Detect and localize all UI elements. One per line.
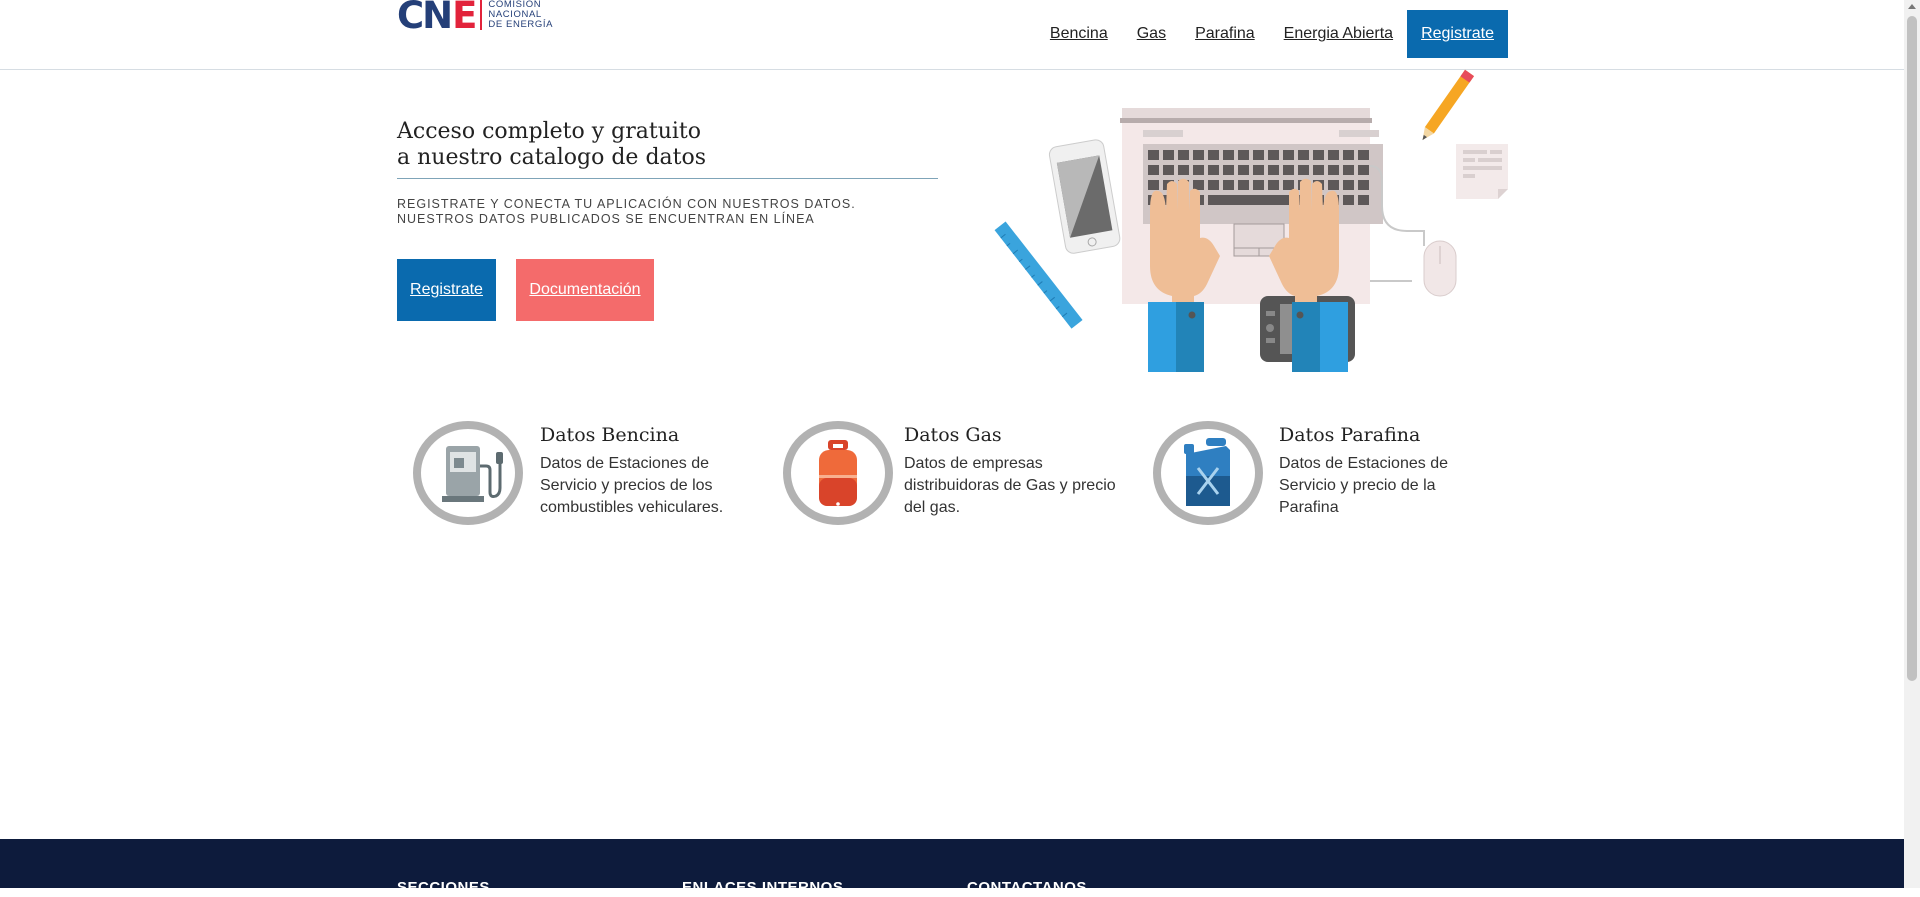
logo-letters: CN [397, 0, 453, 37]
site-footer: SECCIONES ENLACES INTERNOS CONTACTANOS [0, 839, 1904, 896]
logo-text: COMISIÓN NACIONAL DE ENERGÍA [488, 0, 553, 30]
feature-gas-description: Datos de empresas distribuidoras de Gas … [904, 455, 1116, 516]
nav-parafina[interactable]: Parafina [1195, 25, 1255, 43]
hero-illustration [994, 69, 1508, 372]
phone-illustration [1048, 139, 1121, 254]
nav-registrate-button[interactable]: Registrate [1407, 10, 1508, 58]
hero-title: Acceso completo y gratuito a nuestro cat… [397, 119, 938, 179]
hero-docs-button[interactable]: Documentación [516, 259, 654, 321]
feature-bencina-title: Datos Bencina [540, 424, 680, 446]
site-header: CN E COMISIÓN NACIONAL DE ENERGÍA Bencina… [0, 0, 1904, 70]
footer-contactanos-heading: CONTACTANOS [967, 879, 1087, 896]
footer-secciones-heading: SECCIONES [397, 879, 490, 896]
hero-subtitle-line-1: REGISTRATE Y CONECTA TU APLICACIÓN CON N… [397, 197, 856, 211]
main-nav: Bencina Gas Parafina Energia Abierta Reg… [1021, 10, 1508, 58]
nav-gas[interactable]: Gas [1137, 25, 1166, 43]
cne-logo[interactable]: CN E COMISIÓN NACIONAL DE ENERGÍA [397, 0, 553, 34]
feature-parafina-title: Datos Parafina [1279, 424, 1421, 446]
note-illustration [1456, 144, 1508, 199]
fuel-pump-icon [413, 421, 523, 525]
footer-enlaces-heading: ENLACES INTERNOS [682, 879, 844, 896]
jerrycan-icon [1153, 421, 1263, 525]
hero-register-button[interactable]: Registrate [397, 259, 496, 321]
logo-wordmark: CN E [397, 0, 477, 37]
gas-cylinder-icon [783, 421, 893, 525]
page-scrollbar[interactable] [1904, 0, 1920, 888]
feature-gas-title: Datos Gas [904, 424, 1002, 446]
nav-energia-abierta[interactable]: Energia Abierta [1284, 25, 1393, 43]
logo-separator [480, 0, 483, 30]
hero-subtitle-line-2: NUESTROS DATOS PUBLICADOS SE ENCUENTRAN … [397, 212, 815, 226]
hero-title-line-2: a nuestro catalogo de datos [397, 145, 707, 170]
hero-subtitle: REGISTRATE Y CONECTA TU APLICACIÓN CON N… [397, 197, 856, 227]
scrollbar-thumb[interactable] [1907, 16, 1917, 681]
hero-title-line-1: Acceso completo y gratuito [397, 119, 701, 144]
feature-bencina-description: Datos de Estaciones de Servicio y precio… [540, 455, 724, 516]
logo-letter-e: E [452, 0, 477, 37]
nav-bencina[interactable]: Bencina [1050, 25, 1108, 43]
scroll-up-arrow-icon[interactable] [1908, 4, 1916, 9]
logo-line-3: DE ENERGÍA [488, 19, 554, 30]
feature-parafina-description: Datos de Estaciones de Servicio y precio… [1279, 455, 1448, 516]
pencil-illustration [1422, 69, 1475, 141]
